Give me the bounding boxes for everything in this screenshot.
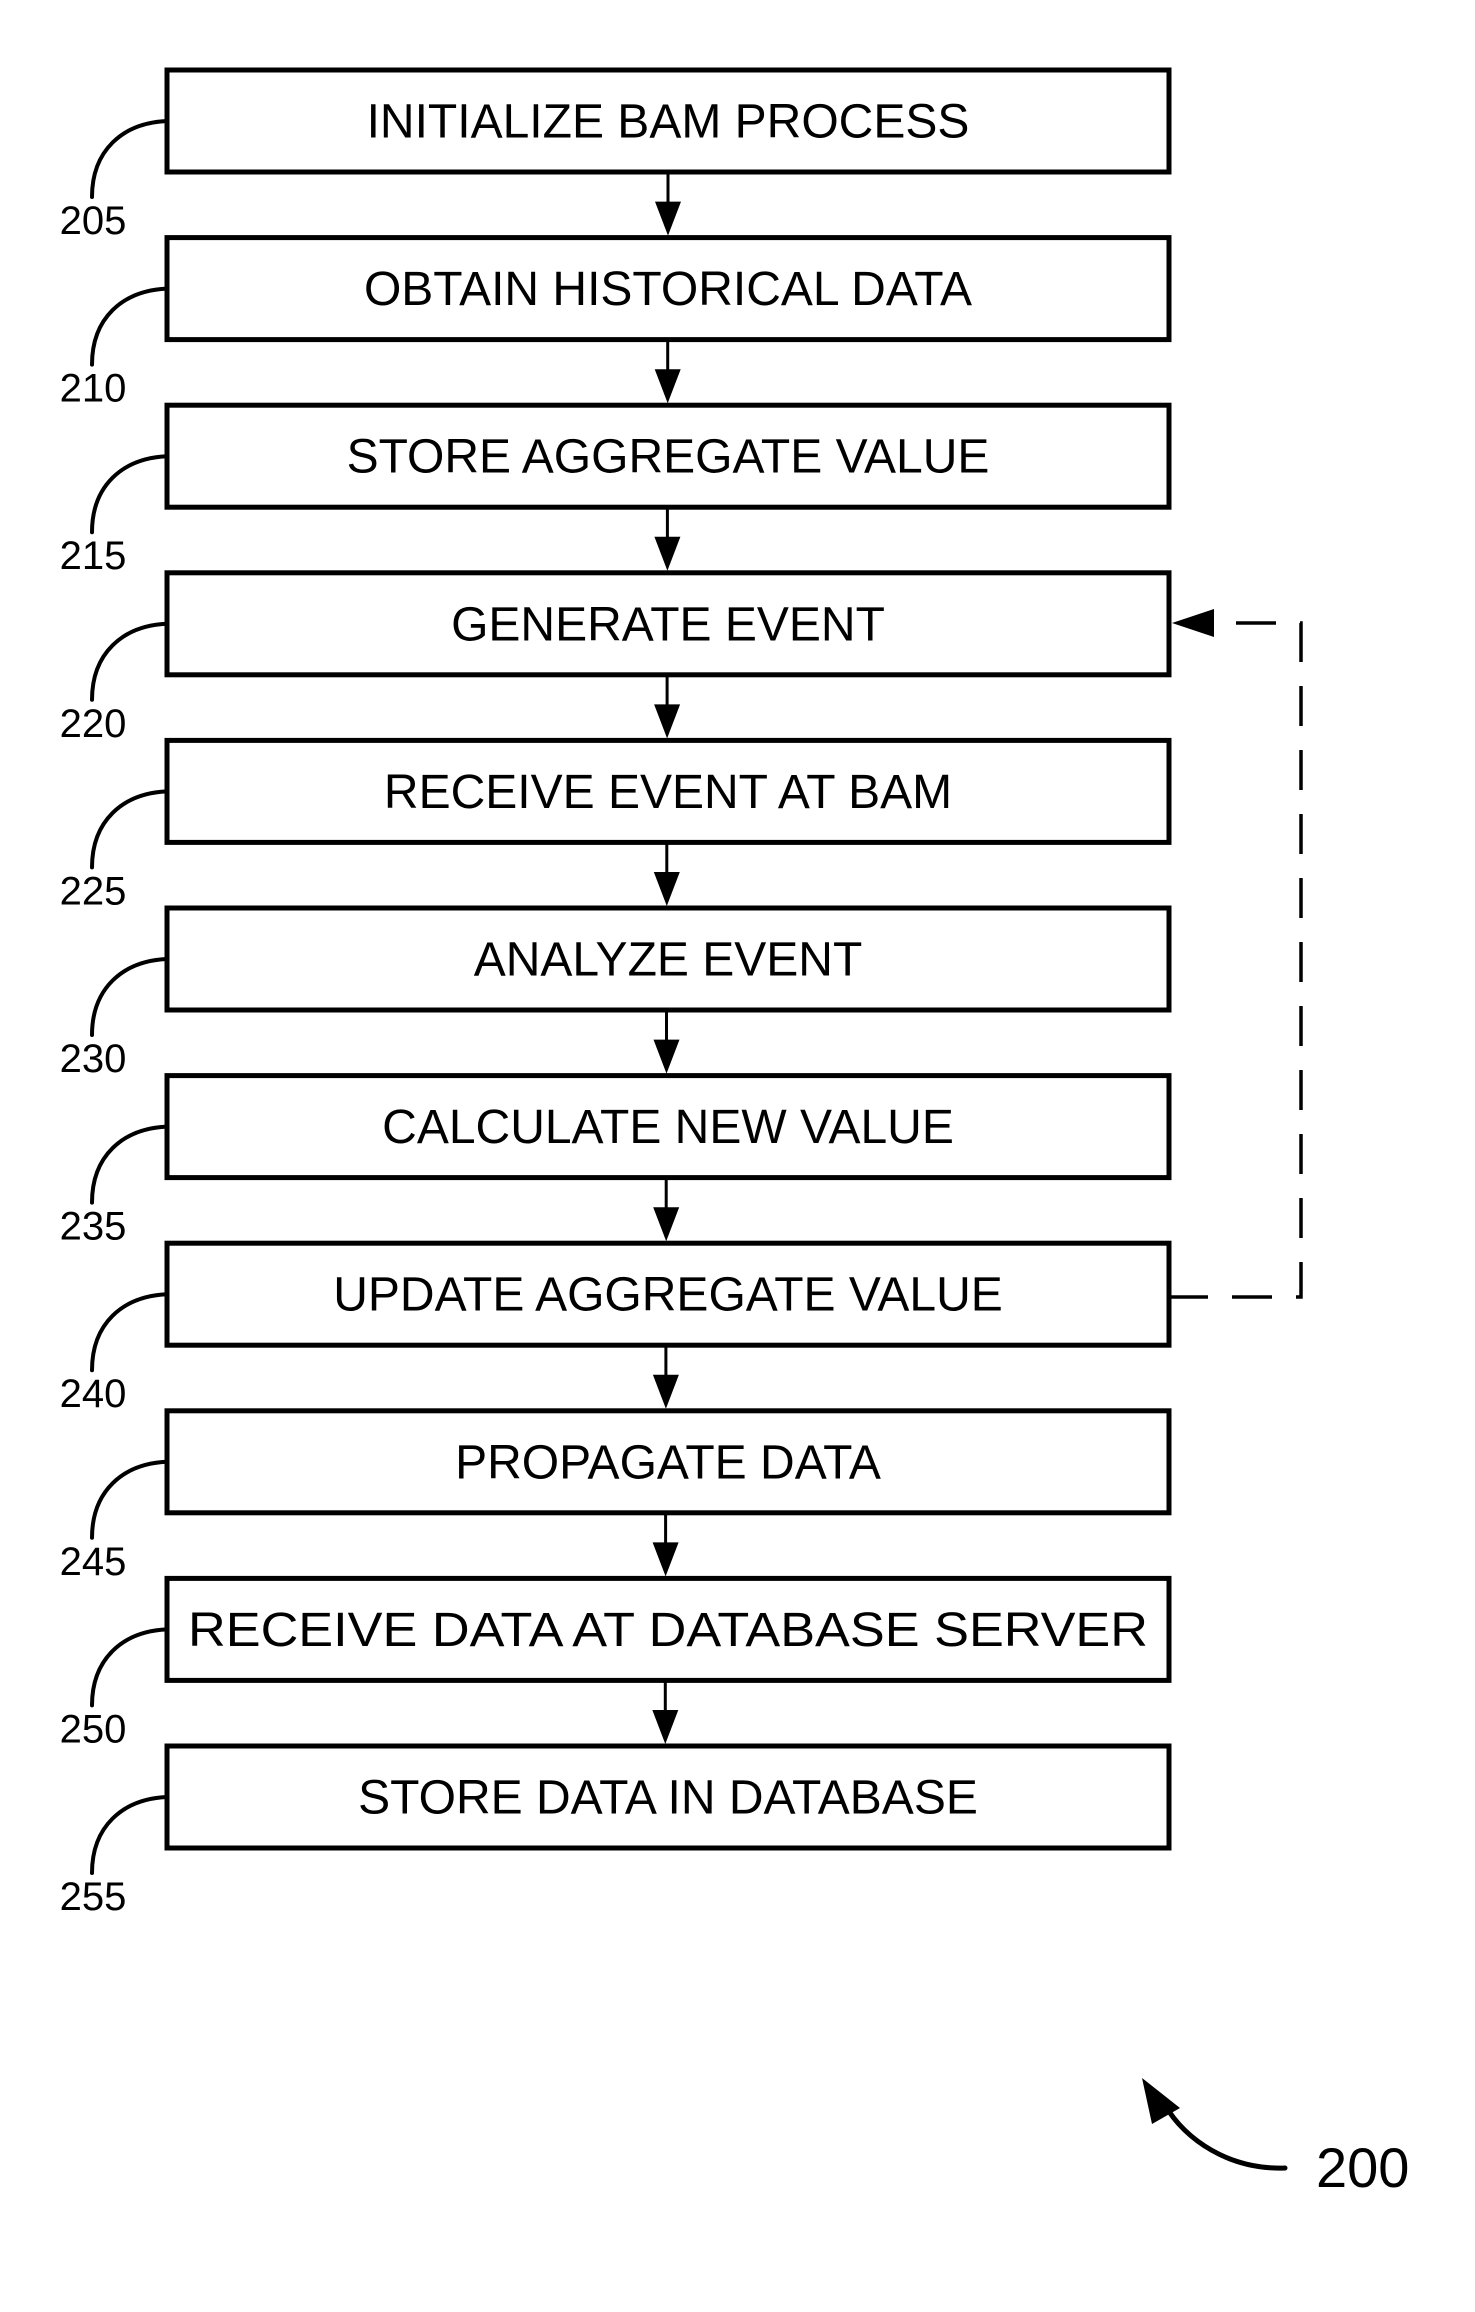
reference-number: 245: [60, 1540, 127, 1584]
flow-arrow: [654, 507, 681, 571]
flowchart-diagram: INITIALIZE BAM PROCESS205OBTAIN HISTORIC…: [60, 67, 1409, 2199]
step-label: GENERATE EVENT: [451, 598, 885, 651]
flow-arrow: [653, 1177, 680, 1242]
reference-leader-line: [90, 1459, 169, 1540]
arrow-down-icon: [652, 1542, 679, 1577]
reference-number: 235: [60, 1205, 127, 1249]
arrow-down-icon: [654, 704, 681, 739]
step-label: OBTAIN HISTORICAL DATA: [364, 263, 972, 316]
arrow-down-icon: [653, 1039, 680, 1074]
flow-arrow: [652, 1512, 679, 1577]
step-label: UPDATE AGGREGATE VALUE: [333, 1269, 1003, 1322]
flow-arrow: [653, 1010, 680, 1074]
step-225: RECEIVE EVENT AT BAM 225: [60, 737, 1172, 913]
step-235: CALCULATE NEW VALUE 235: [60, 1073, 1172, 1249]
reference-leader-line: [90, 119, 169, 199]
step-label: PROPAGATE DATA: [455, 1436, 881, 1489]
step-245: PROPAGATE DATA 245: [60, 1408, 1172, 1584]
arrow-down-icon: [653, 1207, 680, 1242]
arrow-down-icon: [654, 369, 681, 404]
flow-arrow: [653, 842, 680, 906]
step-210: OBTAIN HISTORICAL DATA 210: [60, 235, 1172, 411]
arrow-down-icon: [654, 536, 681, 571]
step-label: INITIALIZE BAM PROCESS: [367, 96, 970, 149]
arrow-down-icon: [652, 1374, 679, 1409]
flow-arrow: [652, 1345, 679, 1409]
step-label: RECEIVE DATA AT DATABASE SERVER: [188, 1604, 1148, 1657]
step-label: RECEIVE EVENT AT BAM: [384, 766, 952, 819]
step-label: STORE AGGREGATE VALUE: [347, 431, 990, 484]
step-230: ANALYZE EVENT 230: [60, 905, 1172, 1081]
reference-leader-line: [90, 286, 169, 367]
reference-number: 225: [60, 869, 127, 913]
arrow-down-icon: [653, 872, 680, 906]
reference-number: 240: [60, 1372, 127, 1416]
reference-leader-line: [90, 1124, 169, 1205]
reference-number: 215: [60, 534, 127, 578]
reference-number: 230: [60, 1037, 127, 1081]
reference-leader-line: [90, 1292, 169, 1373]
figure-reference-label: 200: [1316, 2136, 1409, 2199]
flow-arrow: [654, 339, 681, 404]
feedback-loop: [1168, 609, 1303, 1299]
figure-reference-leader: [1162, 2102, 1288, 2171]
step-215: STORE AGGREGATE VALUE 215: [60, 402, 1172, 578]
step-255: STORE DATA IN DATABASE 255: [60, 1743, 1172, 1919]
step-220: GENERATE EVENT 220: [60, 570, 1172, 746]
reference-number: 250: [60, 1707, 127, 1751]
flow-arrow: [654, 674, 681, 739]
flow-arrow: [652, 1680, 679, 1744]
feedback-dashed-line: [1168, 621, 1303, 1299]
reference-number: 210: [60, 367, 127, 411]
flow-arrow: [655, 172, 681, 236]
step-205: INITIALIZE BAM PROCESS 205: [60, 67, 1172, 243]
arrow-down-icon: [652, 1710, 679, 1744]
reference-leader-line: [90, 454, 169, 535]
reference-leader-line: [90, 1795, 169, 1875]
step-label: STORE DATA IN DATABASE: [358, 1772, 978, 1825]
reference-number: 255: [60, 1875, 127, 1919]
steps-layer: INITIALIZE BAM PROCESS205OBTAIN HISTORIC…: [60, 67, 1172, 1919]
figure-reference: 200: [1142, 2078, 1409, 2199]
reference-leader-line: [90, 789, 169, 870]
step-label: ANALYZE EVENT: [474, 934, 863, 987]
feedback-arrowhead-icon: [1172, 609, 1214, 637]
reference-leader-line: [90, 1627, 169, 1708]
reference-leader-line: [90, 957, 169, 1037]
reference-number: 220: [60, 702, 127, 746]
step-label: CALCULATE NEW VALUE: [382, 1101, 954, 1154]
step-240: UPDATE AGGREGATE VALUE 240: [60, 1240, 1172, 1416]
reference-number: 205: [60, 199, 127, 243]
step-250: RECEIVE DATA AT DATABASE SERVER 250: [60, 1575, 1172, 1751]
arrow-down-icon: [655, 201, 681, 236]
reference-leader-line: [90, 621, 169, 702]
